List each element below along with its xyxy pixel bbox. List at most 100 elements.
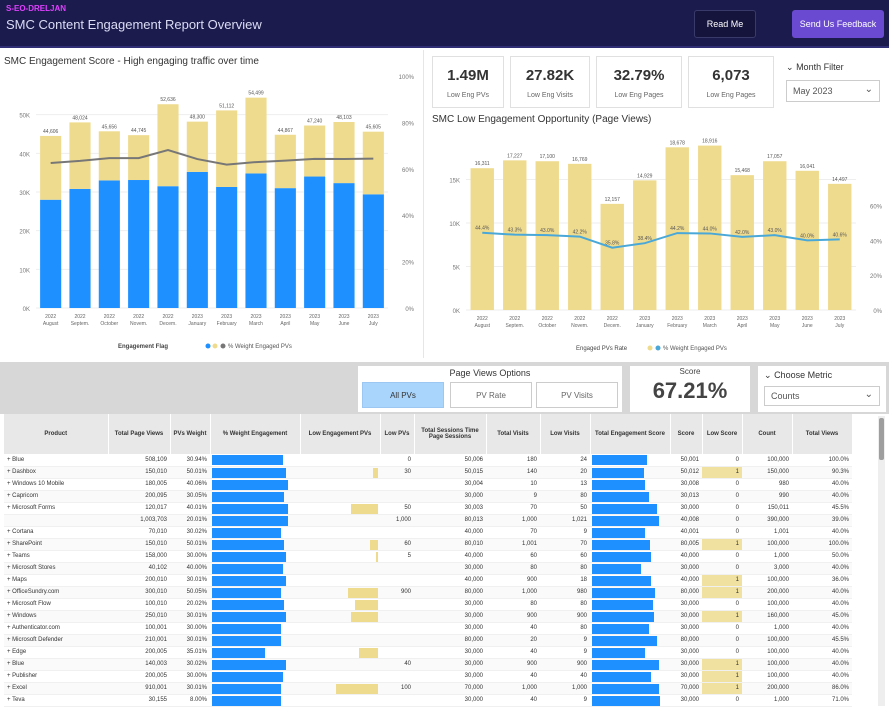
chevron-down-icon: ⌄ bbox=[864, 84, 873, 95]
table-row[interactable]: + Dashbox 150,010 50.01% 30 50,015 140 20 50,01… bbox=[4, 466, 852, 479]
table-cell: 390,000 bbox=[742, 514, 792, 527]
choose-metric-dropdown[interactable]: Counts ⌄ bbox=[764, 386, 880, 406]
column-header[interactable]: % Weight Engagement bbox=[210, 414, 301, 454]
read-me-button[interactable]: Read Me bbox=[694, 10, 756, 38]
score-bar-cell bbox=[590, 538, 670, 551]
table-row[interactable]: + Microsoft Stores 40,102 40.00% 30,000 80 80… bbox=[4, 562, 852, 575]
table-cell: 40,000 bbox=[414, 550, 486, 563]
option-pv-rate[interactable]: PV Rate bbox=[450, 382, 532, 408]
engagement-bar bbox=[212, 587, 281, 597]
table-row[interactable]: + Publisher 200,005 30.00% 30,000 40 40 30,000… bbox=[4, 670, 852, 683]
column-header[interactable]: Low Engagement PVs bbox=[300, 414, 381, 454]
table-cell: 0 bbox=[702, 694, 742, 707]
header-divider bbox=[0, 46, 889, 48]
low-engagement-bar-cell bbox=[300, 454, 380, 467]
table-row[interactable]: 1,003,703 20.01% 1,000 80,013 1,000 1,021 40,0… bbox=[4, 514, 852, 527]
option-all-pvs[interactable]: All PVs bbox=[362, 382, 444, 408]
table-row[interactable]: + OfficeSundry.com 300,010 50.05% 900 80,000… bbox=[4, 586, 852, 599]
table-scroll-thumb[interactable] bbox=[879, 418, 884, 460]
table-cell: 80 bbox=[540, 598, 590, 611]
table-cell: 30.02% bbox=[170, 526, 210, 539]
table-row[interactable]: + Blue 508,109 30.94% 0 50,006 180 24 50,001 0 10… bbox=[4, 454, 852, 467]
column-header[interactable]: Product bbox=[4, 414, 109, 454]
table-row[interactable]: + Windows 250,010 30.01% 30,000 900 900 30,000… bbox=[4, 610, 852, 623]
legend-line-label: % Weight Engaged PVs bbox=[228, 344, 292, 350]
x-tick-label: March bbox=[703, 323, 717, 329]
bar-value-label: 18,916 bbox=[702, 139, 718, 145]
table-cell: 210,001 bbox=[108, 634, 170, 647]
table-cell: 24 bbox=[540, 454, 590, 467]
engagement-bar-cell bbox=[210, 478, 300, 491]
table-row[interactable]: + Windows 10 Mobile 180,005 40.06% 30,004 10… bbox=[4, 478, 852, 491]
send-feedback-button[interactable]: Send Us Feedback bbox=[792, 10, 884, 38]
table-cell: 30,000 bbox=[670, 562, 702, 575]
table-cell: 30,000 bbox=[414, 670, 486, 683]
table-row[interactable]: + Authenticator.com 100,001 30.00% 30,000 40… bbox=[4, 622, 852, 635]
engagement-bar-cell bbox=[210, 682, 300, 695]
table-row[interactable]: + Microsoft Defender 210,001 30.01% 80,000 2… bbox=[4, 634, 852, 647]
product-cell: + Authenticator.com bbox=[4, 622, 108, 635]
low-engagement-bar-cell bbox=[300, 502, 380, 515]
report-tag: S-EO-DRELJAN bbox=[6, 4, 67, 13]
column-header[interactable]: Total Views bbox=[792, 414, 852, 454]
x-tick-label: February bbox=[667, 323, 688, 329]
table-cell bbox=[380, 694, 414, 707]
x-tick-label: 2023 bbox=[192, 314, 203, 320]
column-header[interactable]: Low Visits bbox=[540, 414, 591, 454]
score-bar-cell bbox=[590, 694, 670, 707]
table-cell: 900 bbox=[540, 610, 590, 623]
x-tick-label: 2023 bbox=[672, 316, 683, 322]
y2-tick-label: 100% bbox=[399, 75, 415, 81]
x-tick-label: April bbox=[737, 323, 747, 329]
engagement-bar-cell bbox=[210, 694, 300, 707]
table-row[interactable]: + Capricorn 200,095 30.05% 30,000 9 80 30,013 0… bbox=[4, 490, 852, 503]
table-cell: 40,001 bbox=[670, 526, 702, 539]
table-cell: 150,010 bbox=[108, 466, 170, 479]
table-row[interactable]: + Blue 140,003 30.02% 40 30,000 900 900 30,000 1… bbox=[4, 658, 852, 671]
score-bar bbox=[592, 527, 646, 537]
column-header[interactable]: Low PVs bbox=[380, 414, 415, 454]
table-row[interactable]: + Excel 910,001 30.01% 100 70,000 1,000 1,000 7… bbox=[4, 682, 852, 695]
option-pv-visits[interactable]: PV Visits bbox=[536, 382, 618, 408]
engagement-bar-cell bbox=[210, 514, 300, 527]
table-cell: 100.0% bbox=[792, 538, 852, 551]
engagement-bar bbox=[212, 539, 285, 549]
bar-segment-low bbox=[304, 125, 326, 177]
engagement-bar-cell bbox=[210, 622, 300, 635]
table-cell: 30.01% bbox=[170, 634, 210, 647]
engagement-bar-cell bbox=[210, 634, 300, 647]
product-cell: + Maps bbox=[4, 574, 108, 587]
table-cell: 158,000 bbox=[108, 550, 170, 563]
table-row[interactable]: + Microsoft Forms 120,017 40.01% 50 30,003 70… bbox=[4, 502, 852, 515]
table-row[interactable]: + Edge 200,005 35.01% 30,000 40 9 30,000 0 100,0… bbox=[4, 646, 852, 659]
column-header[interactable]: Total Engagement Score bbox=[590, 414, 671, 454]
month-filter-dropdown[interactable]: May 2023 ⌄ bbox=[786, 80, 880, 102]
table-cell: 1 bbox=[702, 670, 742, 683]
column-header[interactable]: Total Page Views bbox=[108, 414, 171, 454]
table-row[interactable]: + SharePoint 150,010 50.01% 60 80,010 1,001 70… bbox=[4, 538, 852, 551]
table-cell: 100.0% bbox=[792, 454, 852, 467]
table-cell: 80 bbox=[540, 622, 590, 635]
table-cell: 40,000 bbox=[670, 550, 702, 563]
engagement-bar-cell bbox=[210, 562, 300, 575]
table-row[interactable]: + Teams 158,000 30.00% 5 40,000 60 60 40,000 0 1,… bbox=[4, 550, 852, 563]
table-row[interactable]: + Teva 30,155 8.00% 30,000 40 9 30,000 0 1,000 71… bbox=[4, 694, 852, 707]
column-header[interactable]: PVs Weight bbox=[170, 414, 211, 454]
low-engagement-bar bbox=[372, 467, 378, 477]
table-row[interactable]: + Maps 200,010 30.01% 40,000 900 18 40,000 1 100… bbox=[4, 574, 852, 587]
table-row[interactable]: + Cortana 70,010 30.02% 40,000 70 9 40,001 0 1,0… bbox=[4, 526, 852, 539]
product-cell: + Blue bbox=[4, 658, 108, 671]
score-bar bbox=[592, 599, 653, 609]
column-header[interactable]: Count bbox=[742, 414, 793, 454]
column-header[interactable]: Score bbox=[670, 414, 703, 454]
table-cell: 80,000 bbox=[670, 586, 702, 599]
column-header[interactable]: Low Score bbox=[702, 414, 743, 454]
engagement-bar bbox=[212, 455, 283, 465]
table-row[interactable]: + Microsoft Flow 100,010 20.02% 30,000 80 80 3… bbox=[4, 598, 852, 611]
table-cell: 40 bbox=[486, 694, 540, 707]
engagement-bar bbox=[212, 683, 281, 693]
table-cell: 40.0% bbox=[792, 670, 852, 683]
x-tick-label: July bbox=[369, 321, 378, 327]
column-header[interactable]: Total Visits bbox=[486, 414, 541, 454]
column-header[interactable]: Total Sessions Time Page Sessions bbox=[414, 414, 487, 454]
